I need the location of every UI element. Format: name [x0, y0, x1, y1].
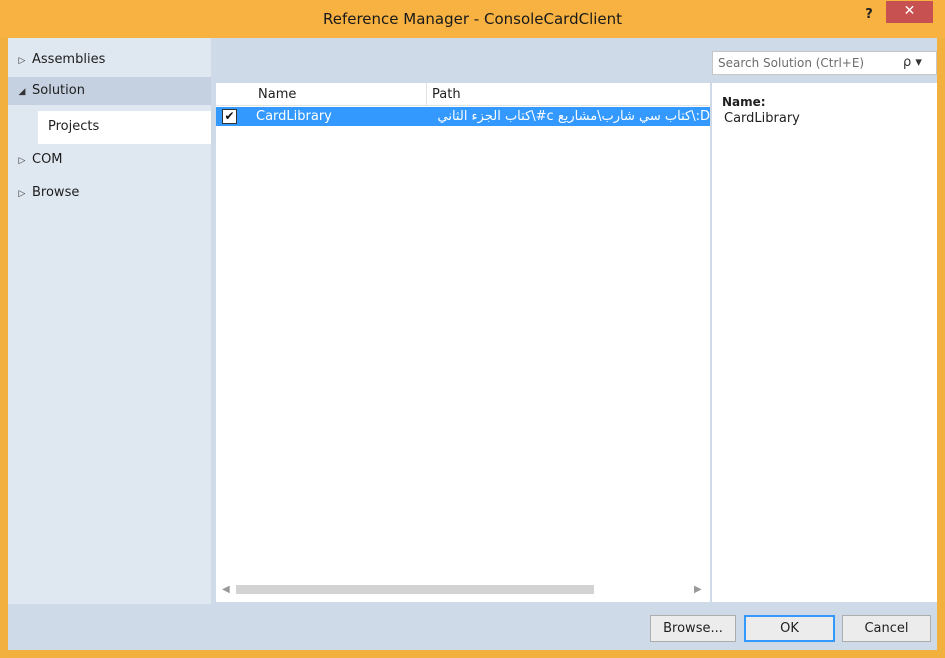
help-button[interactable]: ?: [856, 4, 882, 26]
nav-item-label: Solution: [32, 83, 85, 98]
scroll-right-icon[interactable]: ▶: [694, 584, 702, 595]
expand-arrow-icon: ▷: [18, 156, 26, 166]
expand-arrow-icon: ▷: [18, 189, 26, 199]
scrollbar-thumb[interactable]: [236, 585, 594, 594]
search-box[interactable]: Search Solution (Ctrl+E) ρ ▾: [712, 51, 937, 75]
search-icon[interactable]: ρ ▾: [903, 55, 933, 73]
row-path: D:\كتاب سي شارب\مشاريع c#\كتاب الجزء الث…: [437, 109, 710, 124]
column-header-path[interactable]: Path: [432, 83, 461, 106]
details-panel: Name: CardLibrary: [712, 83, 937, 602]
nav-item-label: COM: [32, 152, 63, 167]
browse-button[interactable]: Browse...: [650, 615, 736, 642]
nav-item-browse[interactable]: ▷ Browse: [8, 179, 211, 207]
window-title: Reference Manager - ConsoleCardClient: [322, 10, 623, 28]
list-header: Name Path: [216, 83, 710, 106]
scroll-left-icon[interactable]: ◀: [222, 584, 230, 595]
nav-item-label: Assemblies: [32, 52, 106, 67]
reference-list: Name Path ✔ CardLibrary D:\كتاب سي شارب\…: [216, 83, 710, 602]
nav-item-label: Browse: [32, 185, 80, 200]
collapse-arrow-icon: ◢: [18, 87, 26, 97]
table-row[interactable]: ✔ CardLibrary D:\كتاب سي شارب\مشاريع c#\…: [216, 107, 710, 126]
nav-item-solution[interactable]: ◢ Solution: [8, 77, 211, 105]
title-bar[interactable]: Reference Manager - ConsoleCardClient ? …: [0, 0, 945, 38]
reference-manager-window: Reference Manager - ConsoleCardClient ? …: [0, 0, 945, 658]
search-input[interactable]: Search Solution (Ctrl+E): [718, 52, 864, 74]
horizontal-scrollbar[interactable]: ◀ ▶: [216, 581, 710, 598]
nav-item-assemblies[interactable]: ▷ Assemblies: [8, 46, 211, 74]
nav-item-label: Projects: [48, 119, 100, 134]
column-header-name[interactable]: Name: [258, 83, 296, 106]
column-divider[interactable]: [426, 83, 427, 106]
expand-arrow-icon: ▷: [18, 56, 26, 66]
reference-checkbox[interactable]: ✔: [222, 109, 237, 124]
nav-item-projects[interactable]: Projects: [38, 111, 211, 144]
details-name-label: Name:: [722, 95, 766, 109]
close-button[interactable]: ✕: [886, 1, 933, 23]
ok-button[interactable]: OK: [744, 615, 835, 642]
cancel-button[interactable]: Cancel: [842, 615, 931, 642]
details-name-value: CardLibrary: [724, 111, 800, 126]
row-name: CardLibrary: [256, 109, 332, 124]
nav-item-com[interactable]: ▷ COM: [8, 146, 211, 174]
